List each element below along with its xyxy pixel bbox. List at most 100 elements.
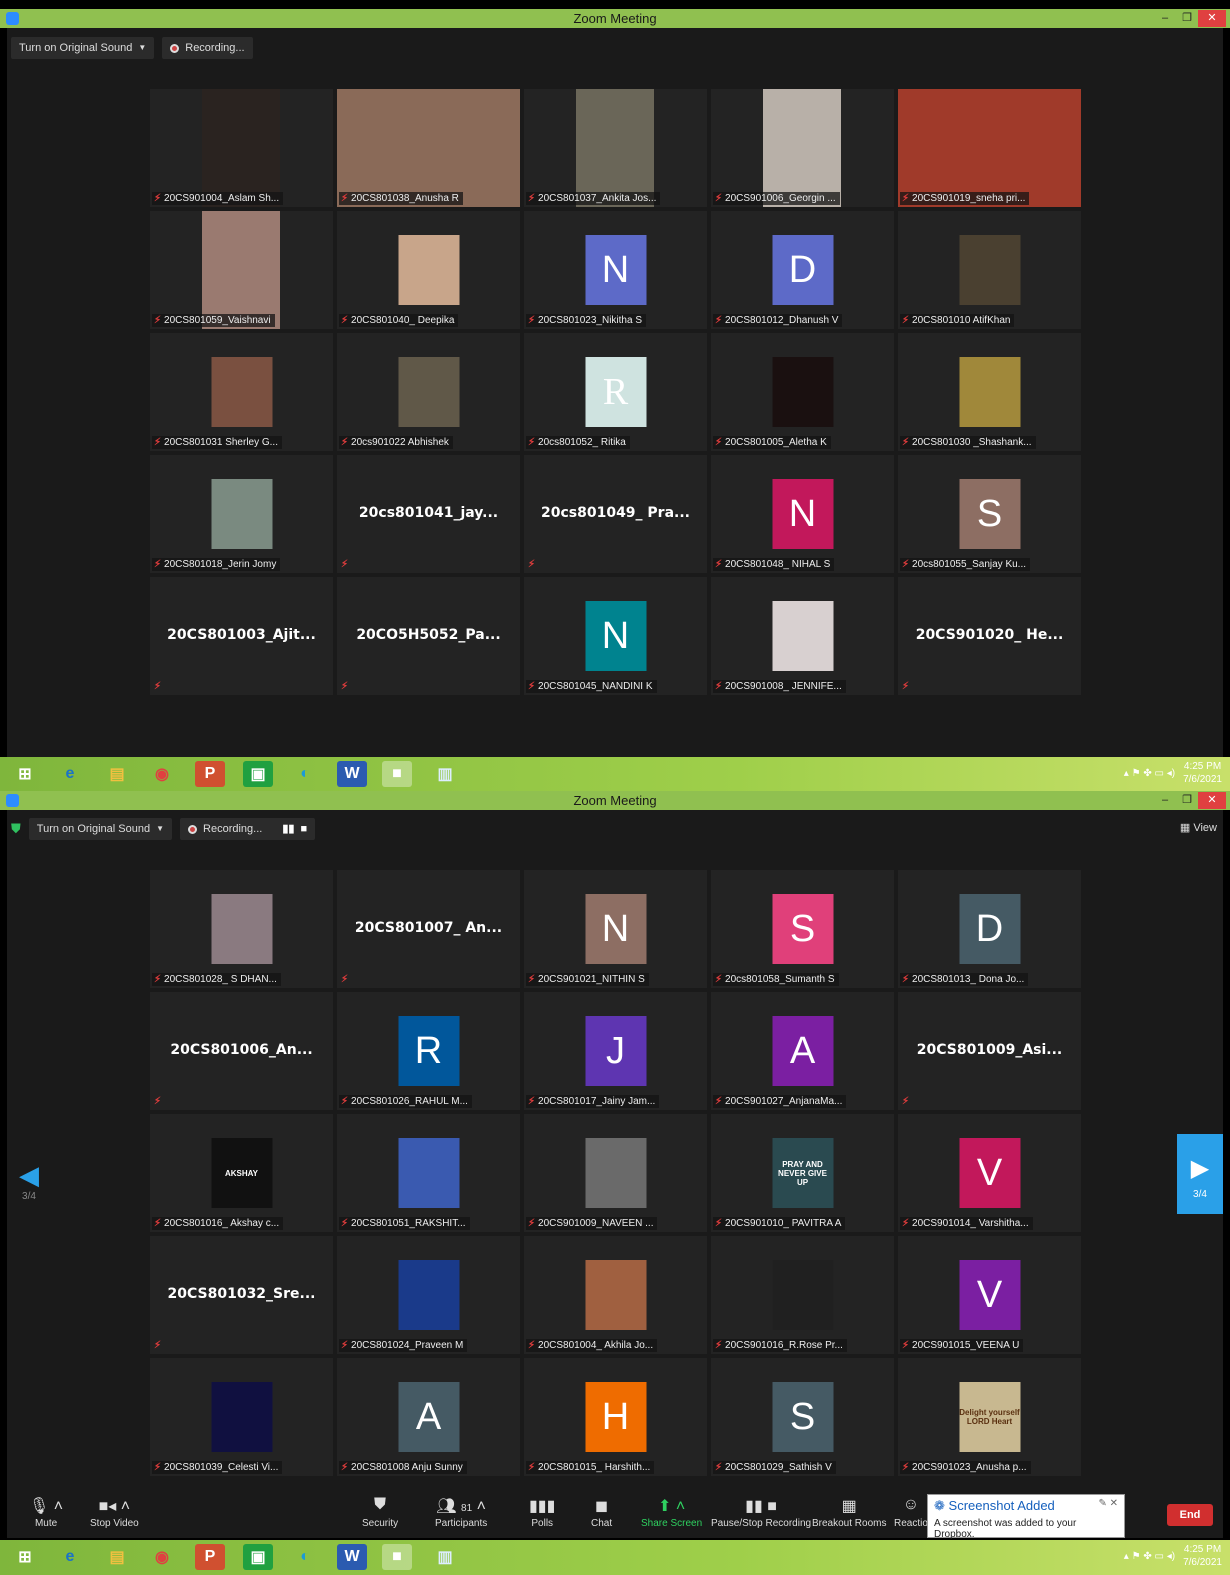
participant-tile[interactable]: ⚡︎ 20CS901008_ JENNIFE... <box>711 577 894 695</box>
photos-icon-2[interactable]: ▥ <box>430 1544 460 1570</box>
participant-tile[interactable]: 20CS801007_ An... ⚡︎ <box>337 870 520 988</box>
chevron-down-icon-2[interactable]: ▼ <box>156 818 164 840</box>
participant-tile[interactable]: ⚡︎ 20CS801051_RAKSHIT... <box>337 1114 520 1232</box>
end-meeting-button[interactable]: End <box>1167 1504 1213 1526</box>
windows-start-icon[interactable]: ⊞ <box>10 761 40 787</box>
participant-tile[interactable]: N ⚡︎ 20CS801023_Nikitha S <box>524 211 707 329</box>
participant-tile[interactable]: ⚡︎ 20CS901016_R.Rose Pr... <box>711 1236 894 1354</box>
polls-button[interactable]: ▮▮▮ Polls <box>529 1496 555 1529</box>
security-button[interactable]: ⛊ Security <box>362 1496 398 1529</box>
edge-icon[interactable]: ◐ <box>290 761 320 787</box>
participant-tile[interactable]: D ⚡︎ 20CS801012_Dhanush V <box>711 211 894 329</box>
file-explorer-icon[interactable]: ▤ <box>102 761 132 787</box>
participant-tile[interactable]: R ⚡︎ 20cs801052_ Ritika <box>524 333 707 451</box>
mute-button[interactable]: 🎙︎ ˄ Mute <box>29 1496 63 1529</box>
participant-tile[interactable]: ⚡︎ 20CS801018_Jerin Jomy <box>150 455 333 573</box>
word-icon-2[interactable]: W <box>337 1544 367 1570</box>
chrome-icon-2[interactable]: ◉ <box>147 1544 177 1570</box>
dropbox-notification[interactable]: ❁ Screenshot Added ✎ ✕ A screenshot was … <box>927 1494 1125 1540</box>
stop-icon[interactable]: ■ <box>300 818 307 840</box>
participant-tile[interactable]: ⚡︎ 20CS801010 AtifKhan <box>898 211 1081 329</box>
participant-tile[interactable]: D ⚡︎ 20CS801013_ Dona Jo... <box>898 870 1081 988</box>
participant-tile[interactable]: V ⚡︎ 20CS901014_ Varshitha... <box>898 1114 1081 1232</box>
participant-tile[interactable]: N ⚡︎ 20CS801045_NANDINI K <box>524 577 707 695</box>
view-button[interactable]: ▦ View <box>1180 821 1217 834</box>
zoom-taskbar-icon[interactable]: ■ <box>382 761 412 787</box>
participant-tile[interactable]: 20CO5H5052_Pa... ⚡︎ <box>337 577 520 695</box>
participant-tile[interactable]: N ⚡︎ 20CS801048_ NIHAL S <box>711 455 894 573</box>
chevron-down-icon[interactable]: ▼ <box>138 37 146 59</box>
participant-tile[interactable]: R ⚡︎ 20CS801026_RAHUL M... <box>337 992 520 1110</box>
participant-tile[interactable]: ⚡︎ 20CS801030 _Shashank... <box>898 333 1081 451</box>
tray-icons[interactable]: ▴ ⚑ ✤ ▭ ◂) <box>1124 768 1175 779</box>
pause-icon[interactable]: ▮▮ <box>282 818 294 840</box>
participant-tile[interactable]: A ⚡︎ 20CS901027_AnjanaMa... <box>711 992 894 1110</box>
participant-tile[interactable]: J ⚡︎ 20CS801017_Jainy Jam... <box>524 992 707 1110</box>
participant-tile[interactable]: H ⚡︎ 20CS801015_ Harshith... <box>524 1358 707 1476</box>
participant-tile[interactable]: ⚡︎ 20CS901019_sneha pri... <box>898 89 1081 207</box>
participant-tile[interactable]: 20CS801006_An... ⚡︎ <box>150 992 333 1110</box>
participant-tile[interactable]: 20cs801049_ Pra... ⚡︎ <box>524 455 707 573</box>
participant-tile[interactable]: 20cs801041_jay... ⚡︎ <box>337 455 520 573</box>
participant-tile[interactable]: 20CS801009_Asi... ⚡︎ <box>898 992 1081 1110</box>
prev-page-button[interactable]: ◀ 3/4 <box>19 1160 39 1202</box>
participants-button[interactable]: 👥︎ 81 ˄ Participants <box>435 1496 487 1529</box>
original-sound-button-2[interactable]: Turn on Original Sound ▼ <box>28 818 173 840</box>
reactions-button[interactable]: ☺ Reactio <box>894 1496 928 1529</box>
store-icon[interactable]: ▣ <box>243 761 273 787</box>
powerpoint-icon-2[interactable]: P <box>195 1544 225 1570</box>
participant-tile[interactable]: S ⚡︎ 20cs801058_Sumanth S <box>711 870 894 988</box>
close-button-2[interactable]: ✕ <box>1198 792 1226 809</box>
close-button[interactable]: ✕ <box>1198 10 1226 27</box>
participant-tile[interactable]: PRAY AND NEVER GIVE UP ⚡︎ 20CS901010_ PAVI… <box>711 1114 894 1232</box>
participant-tile[interactable]: S ⚡︎ 20cs801055_Sanjay Ku... <box>898 455 1081 573</box>
participant-tile[interactable]: ⚡︎ 20CS801040_ Deepika <box>337 211 520 329</box>
participant-tile[interactable]: ⚡︎ 20CS801024_Praveen M <box>337 1236 520 1354</box>
participant-tile[interactable]: ⚡︎ 20CS801028_ S DHAN... <box>150 870 333 988</box>
photos-icon[interactable]: ▥ <box>430 761 460 787</box>
chrome-icon[interactable]: ◉ <box>147 761 177 787</box>
participant-tile[interactable]: 20CS801003_Ajit... ⚡︎ <box>150 577 333 695</box>
share-screen-button[interactable]: ⬆ ˄ Share Screen <box>641 1496 702 1529</box>
clock-2[interactable]: 4:25 PM 7/6/2021 <box>1183 1543 1222 1569</box>
ie-icon[interactable]: e <box>55 761 85 787</box>
chat-button[interactable]: ◼︎ Chat <box>591 1496 612 1529</box>
original-sound-button[interactable]: Turn on Original Sound ▼ <box>11 37 155 59</box>
stop-video-button[interactable]: ■◂ ˄ Stop Video <box>90 1496 139 1529</box>
participant-tile[interactable]: ⚡︎ 20CS801039_Celesti Vi... <box>150 1358 333 1476</box>
minimize-button-2[interactable]: – <box>1154 792 1176 809</box>
participant-tile[interactable]: ⚡︎ 20CS801059_Vaishnavi <box>150 211 333 329</box>
participant-tile[interactable]: ⚡︎ 20CS801037_Ankita Jos... <box>524 89 707 207</box>
pause-stop-recording-button[interactable]: ▮▮ ■ Pause/Stop Recording <box>711 1496 811 1529</box>
participant-tile[interactable]: ⚡︎ 20CS801005_Aletha K <box>711 333 894 451</box>
participant-tile[interactable]: ⚡︎ 20cs901022 Abhishek <box>337 333 520 451</box>
restore-button[interactable]: ❐ <box>1176 10 1198 27</box>
participant-tile[interactable]: ⚡︎ 20CS801031 Sherley G... <box>150 333 333 451</box>
participant-tile[interactable]: ⚡︎ 20CS901009_NAVEEN ... <box>524 1114 707 1232</box>
ie-icon-2[interactable]: e <box>55 1544 85 1570</box>
participant-tile[interactable]: S ⚡︎ 20CS801029_Sathish V <box>711 1358 894 1476</box>
clock[interactable]: 4:25 PM 7/6/2021 <box>1183 760 1222 786</box>
participant-tile[interactable]: ⚡︎ 20CS901006_Georgin ... <box>711 89 894 207</box>
participant-tile[interactable]: 20CS901020_ He... ⚡︎ <box>898 577 1081 695</box>
breakout-rooms-button[interactable]: ▦ Breakout Rooms <box>812 1496 886 1529</box>
minimize-button[interactable]: – <box>1154 10 1176 27</box>
restore-button-2[interactable]: ❐ <box>1176 792 1198 809</box>
edge-icon-2[interactable]: ◐ <box>290 1544 320 1570</box>
file-explorer-icon-2[interactable]: ▤ <box>102 1544 132 1570</box>
store-icon-2[interactable]: ▣ <box>243 1544 273 1570</box>
participant-tile[interactable]: ⚡︎ 20CS801004_ Akhila Jo... <box>524 1236 707 1354</box>
tray-icons-2[interactable]: ▴ ⚑ ✤ ▭ ◂) <box>1124 1551 1175 1562</box>
zoom-taskbar-icon-2[interactable]: ■ <box>382 1544 412 1570</box>
participant-tile[interactable]: AKSHAY ⚡︎ 20CS801016_ Akshay c... <box>150 1114 333 1232</box>
participant-tile[interactable]: 20CS801032_Sre... ⚡︎ <box>150 1236 333 1354</box>
close-notification-icon[interactable]: ✎ ✕ <box>1098 1498 1118 1509</box>
participant-tile[interactable]: A ⚡︎ 20CS801008 Anju Sunny <box>337 1358 520 1476</box>
windows-start-icon-2[interactable]: ⊞ <box>10 1544 40 1570</box>
powerpoint-icon[interactable]: P <box>195 761 225 787</box>
participant-tile[interactable]: V ⚡︎ 20CS901015_VEENA U <box>898 1236 1081 1354</box>
participant-tile[interactable]: N ⚡︎ 20CS901021_NITHIN S <box>524 870 707 988</box>
word-icon[interactable]: W <box>337 761 367 787</box>
participant-tile[interactable]: Delight yourself LORD Heart ⚡︎ 20CS901023_… <box>898 1358 1081 1476</box>
participant-tile[interactable]: ⚡︎ 20CS801038_Anusha R <box>337 89 520 207</box>
